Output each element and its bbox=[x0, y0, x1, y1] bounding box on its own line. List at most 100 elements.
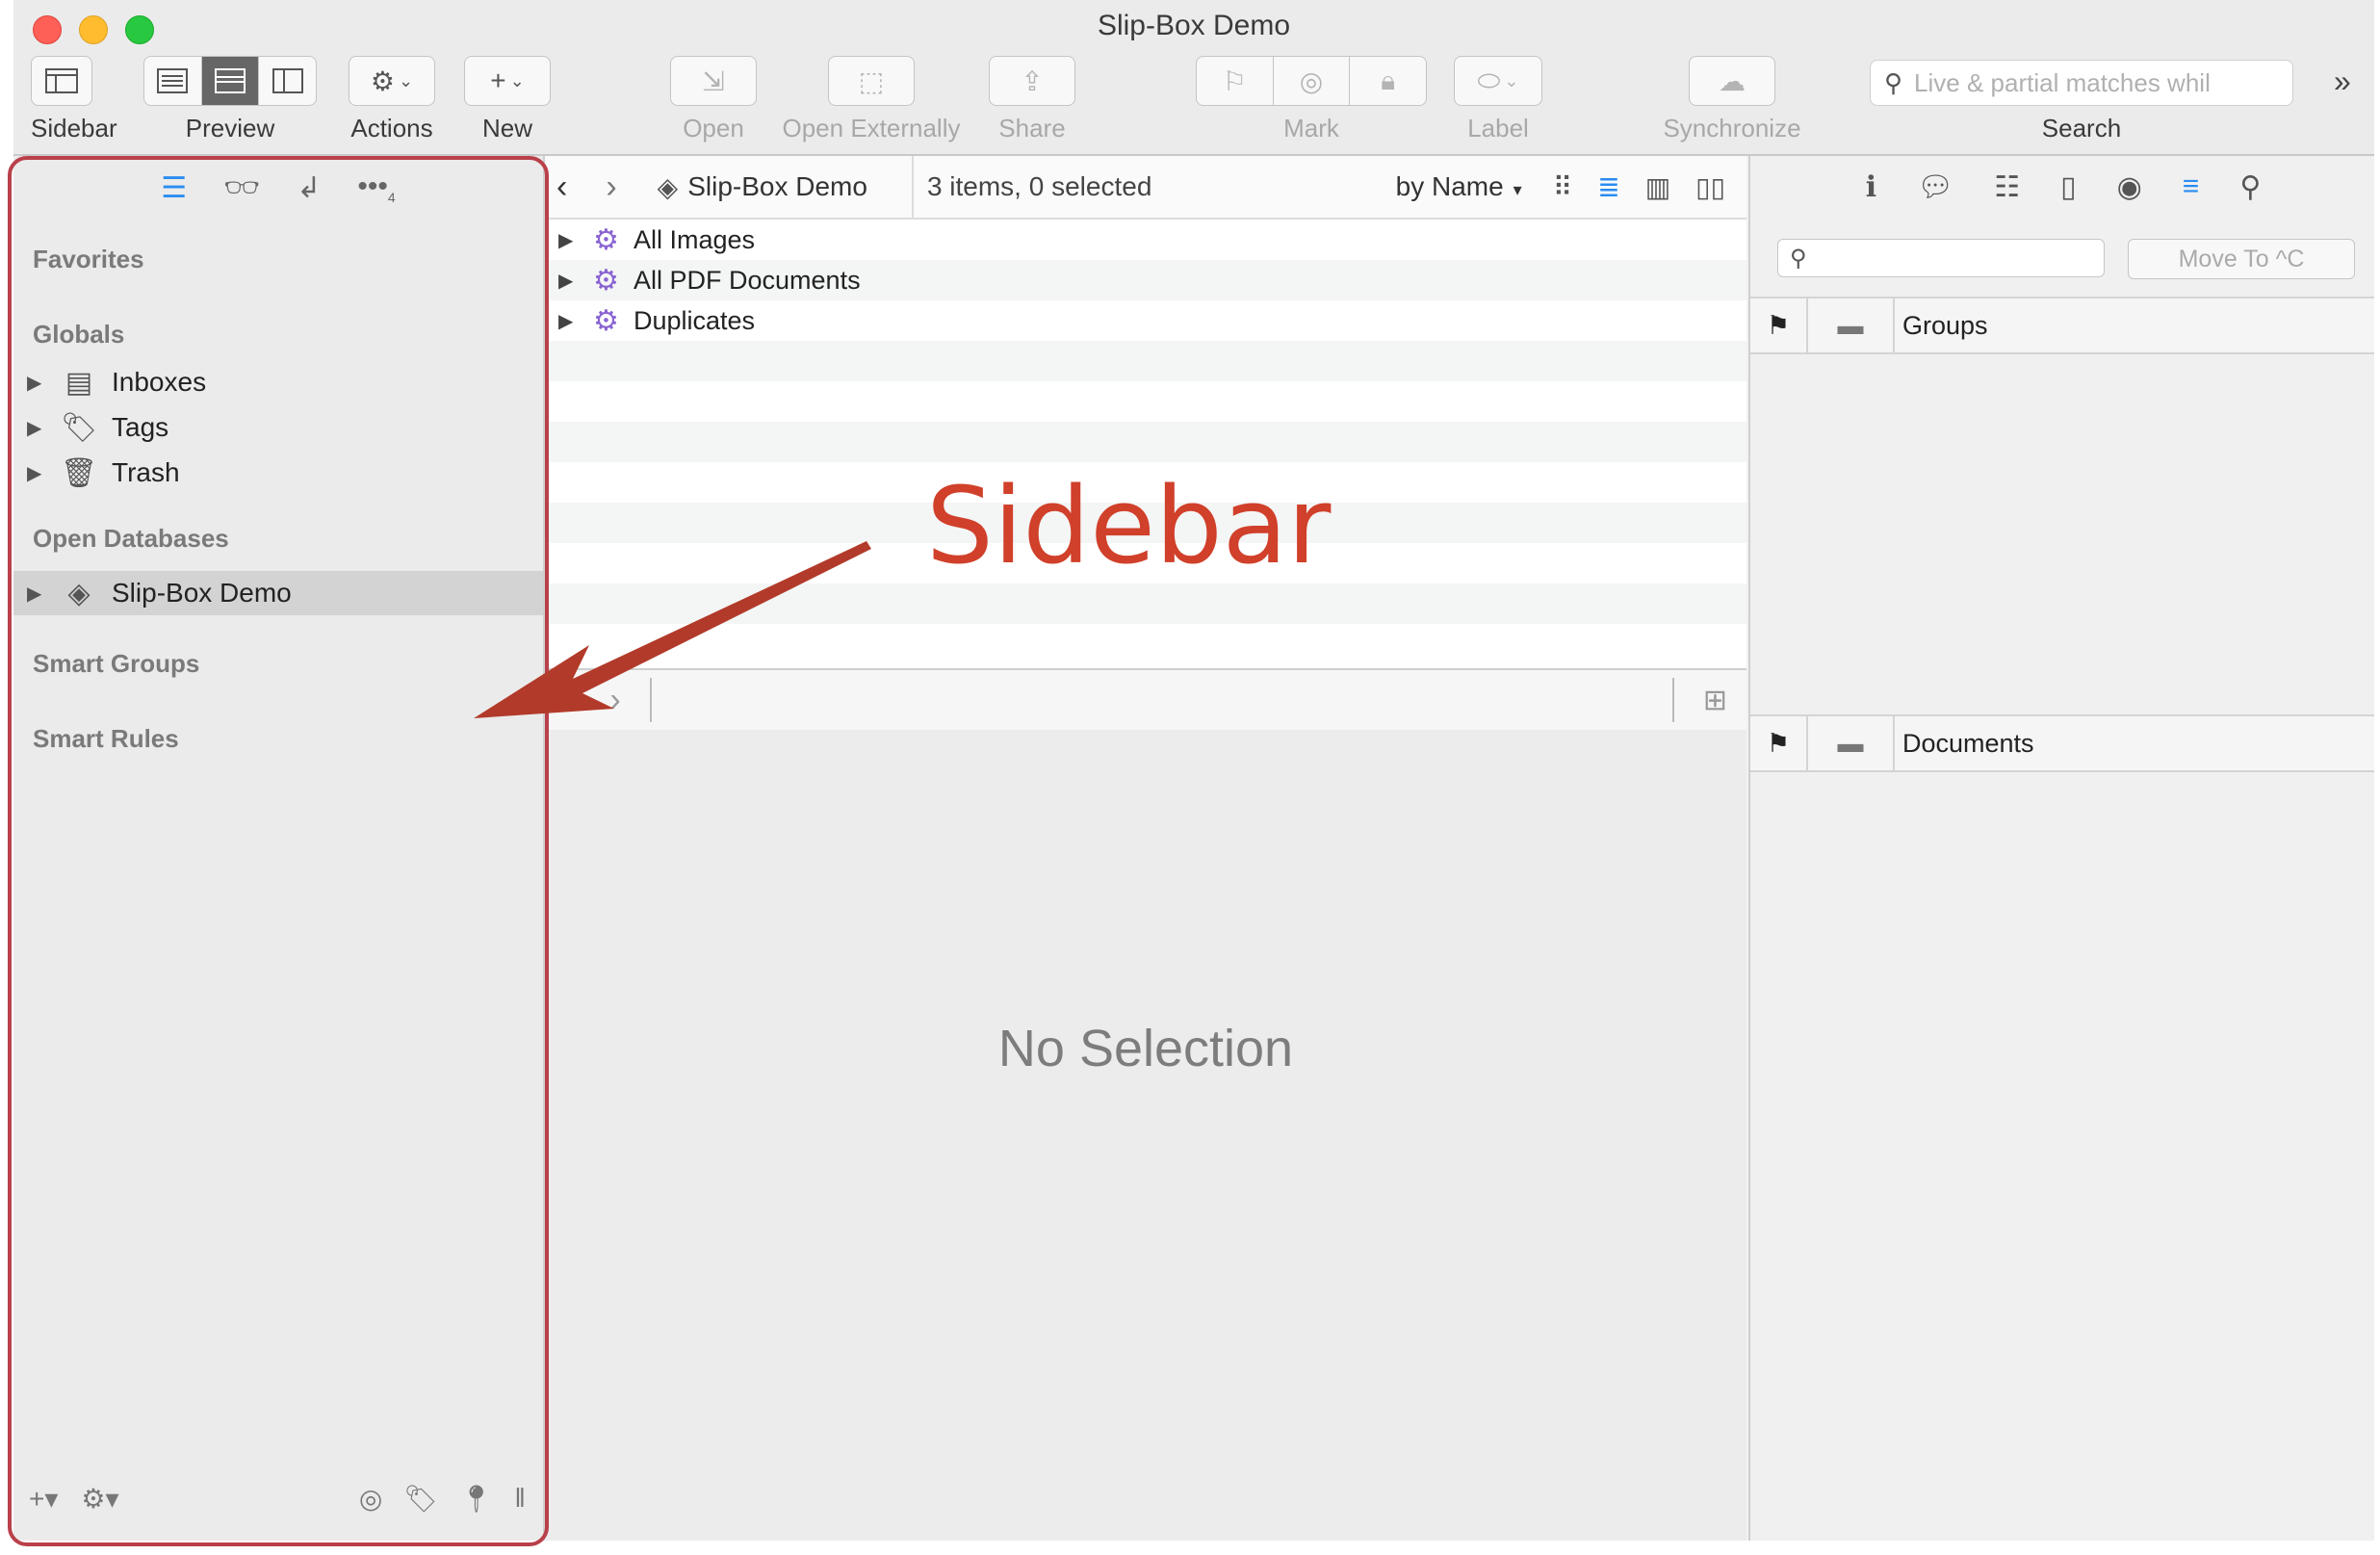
outline-list-icon[interactable]: ☷ bbox=[1994, 170, 2020, 204]
disclosure-triangle-icon[interactable]: ▶ bbox=[558, 228, 578, 252]
back-icon[interactable]: ‹ bbox=[578, 682, 588, 719]
forward-icon[interactable]: › bbox=[606, 168, 616, 206]
new-button[interactable]: + ⌄ bbox=[464, 56, 551, 106]
disclosure-triangle-icon[interactable]: ▶ bbox=[558, 269, 578, 293]
list-item-label: All PDF Documents bbox=[634, 265, 861, 295]
label-button[interactable]: ⬭ ⌄ bbox=[1454, 56, 1542, 106]
plus-icon: + bbox=[490, 65, 506, 95]
sidebar-label: Sidebar bbox=[31, 114, 117, 143]
no-selection-message: No Selection bbox=[997, 1020, 1294, 1077]
open-externally-button[interactable]: ⬚ bbox=[828, 56, 915, 106]
inspector-search-field[interactable]: ⚲ bbox=[1777, 239, 2105, 277]
sidebar-highlight-box bbox=[8, 156, 549, 1546]
document-list: ▶ ⚙ All Images ▶ ⚙ All PDF Documents ▶ ⚙ Dupli… bbox=[545, 220, 1746, 668]
empty-row bbox=[545, 624, 1746, 664]
flag-icon: ⚐ bbox=[1222, 65, 1247, 96]
list-item[interactable]: ▶ ⚙ All Images bbox=[545, 220, 1746, 260]
smart-group-gear-icon: ⚙ bbox=[593, 304, 619, 337]
unread-segment[interactable]: ◎ bbox=[1274, 57, 1351, 105]
list-item[interactable]: ▶ ⚙ All PDF Documents bbox=[545, 260, 1746, 300]
search-input[interactable] bbox=[1912, 66, 2264, 99]
document-list-pane: ‹ › ◈ Slip-Box Demo 3 items, 0 selected … bbox=[545, 156, 1746, 1541]
back-icon[interactable]: ‹ bbox=[556, 168, 567, 206]
window-title: Slip-Box Demo bbox=[1097, 10, 1291, 41]
search-field[interactable]: ⚲ bbox=[1870, 60, 2293, 106]
preview-pane: No Selection bbox=[545, 730, 1746, 1541]
lock-segment[interactable]: 🔒︎ bbox=[1350, 57, 1426, 105]
open-label: Open bbox=[683, 114, 744, 143]
documents-column-header[interactable]: Documents bbox=[1895, 729, 2034, 759]
forward-icon[interactable]: › bbox=[609, 682, 620, 719]
nav-divider bbox=[911, 156, 914, 218]
empty-row bbox=[545, 341, 1746, 381]
toolbar-overflow-icon[interactable]: » bbox=[2334, 64, 2351, 99]
sidebar-toggle-button[interactable] bbox=[31, 56, 92, 106]
share-button[interactable]: ⇪ bbox=[989, 56, 1075, 106]
actions-button[interactable]: ⚙ ⌄ bbox=[349, 56, 435, 106]
synchronize-button[interactable]: ☁ bbox=[1689, 56, 1775, 106]
minus-column-icon[interactable]: ▬ bbox=[1808, 298, 1895, 352]
gear-icon: ⚙ bbox=[370, 65, 395, 96]
info-icon[interactable]: ℹ bbox=[1866, 170, 1876, 204]
smart-group-gear-icon: ⚙ bbox=[593, 223, 619, 256]
search-label: Search bbox=[2041, 114, 2122, 143]
groups-column-header[interactable]: Groups bbox=[1895, 311, 1988, 341]
cloud-sync-icon: ☁ bbox=[1719, 65, 1746, 96]
unread-circle-icon: ◎ bbox=[1299, 65, 1324, 96]
list-view-icon bbox=[157, 68, 189, 93]
concordance-icon[interactable]: ◉ bbox=[2117, 170, 2142, 204]
minus-column-icon[interactable]: ▬ bbox=[1808, 716, 1895, 770]
list-item-label: All Images bbox=[634, 224, 756, 254]
preview-none-segment[interactable] bbox=[144, 57, 202, 105]
sidebar-icon bbox=[45, 68, 78, 93]
empty-row bbox=[545, 422, 1746, 462]
open-button[interactable]: ⇲ bbox=[670, 56, 757, 106]
preview-mode-control[interactable] bbox=[143, 56, 317, 106]
label-label: Label bbox=[1467, 114, 1529, 143]
mark-control[interactable]: ⚐ ◎ 🔒︎ bbox=[1196, 56, 1427, 106]
text-format-icon[interactable]: ⊞ bbox=[1703, 684, 1727, 717]
annotation-bubble-icon[interactable]: 💬︎ bbox=[1917, 170, 1953, 204]
inspector-pane: ℹ 💬︎ ☷ ▯ ◉ ≡ ⚲ ⚲ Move To ^C ⚑ ▬ Groups ⚑… bbox=[1748, 156, 2374, 1541]
synchronize-label: Synchronize bbox=[1663, 114, 1801, 143]
inspector-search-input[interactable] bbox=[1814, 244, 2098, 272]
navigation-bar: ‹ › ◈ Slip-Box Demo 3 items, 0 selected … bbox=[545, 156, 1746, 220]
sidebar-annotation-label: Sidebar bbox=[926, 464, 1332, 587]
cover-flow-icon[interactable]: ▯▯ bbox=[1695, 171, 1725, 203]
database-stack-icon: ◈ bbox=[657, 171, 679, 202]
column-view-icon[interactable]: ▥ bbox=[1645, 171, 1670, 203]
search-icon: ⚲ bbox=[1790, 245, 1807, 272]
document-icon[interactable]: ▯ bbox=[2060, 170, 2077, 204]
flag-segment[interactable]: ⚐ bbox=[1197, 57, 1274, 105]
path-divider bbox=[1671, 678, 1674, 722]
move-to-button[interactable]: Move To ^C bbox=[2128, 239, 2355, 279]
label-pill-icon: ⬭ bbox=[1477, 65, 1501, 95]
groups-table-header: ⚑ ▬ Groups bbox=[1750, 297, 2374, 354]
open-external-icon: ⬚ bbox=[858, 65, 885, 96]
flag-column-icon[interactable]: ⚑ bbox=[1750, 298, 1808, 352]
see-also-icon[interactable]: ≡ bbox=[2183, 170, 2200, 203]
breadcrumb[interactable]: Slip-Box Demo bbox=[687, 171, 867, 202]
share-icon: ⇪ bbox=[1021, 65, 1044, 96]
split-vertical-icon bbox=[272, 68, 303, 93]
list-item[interactable]: ▶ ⚙ Duplicates bbox=[545, 300, 1746, 341]
sort-menu[interactable]: by Name ▾ bbox=[1396, 171, 1522, 202]
disclosure-triangle-icon[interactable]: ▶ bbox=[558, 309, 578, 333]
chevron-down-icon: ⌄ bbox=[399, 70, 414, 91]
new-label: New bbox=[481, 114, 532, 143]
path-divider bbox=[649, 678, 652, 722]
preview-vertical-segment[interactable] bbox=[201, 57, 260, 105]
documents-table-header: ⚑ ▬ Documents bbox=[1750, 714, 2374, 772]
preview-navigation-bar: ‹ › ⊞ bbox=[545, 668, 1746, 732]
share-label: Share bbox=[998, 114, 1066, 143]
actions-label: Actions bbox=[350, 114, 433, 143]
chevron-down-icon: ⌄ bbox=[509, 70, 525, 91]
preview-widescreen-segment[interactable] bbox=[259, 57, 316, 105]
list-view-icon[interactable]: ≣ bbox=[1597, 171, 1619, 203]
toolbar: Slip-Box Demo Sidebar Preview ⚙ ⌄ Actions… bbox=[13, 0, 2374, 156]
item-count-status: 3 items, 0 selected bbox=[926, 171, 1152, 201]
icon-view-icon[interactable]: ⠿ bbox=[1553, 171, 1573, 203]
search-icon[interactable]: ⚲ bbox=[2239, 170, 2261, 204]
smart-group-gear-icon: ⚙ bbox=[593, 264, 619, 297]
flag-column-icon[interactable]: ⚑ bbox=[1750, 716, 1808, 770]
